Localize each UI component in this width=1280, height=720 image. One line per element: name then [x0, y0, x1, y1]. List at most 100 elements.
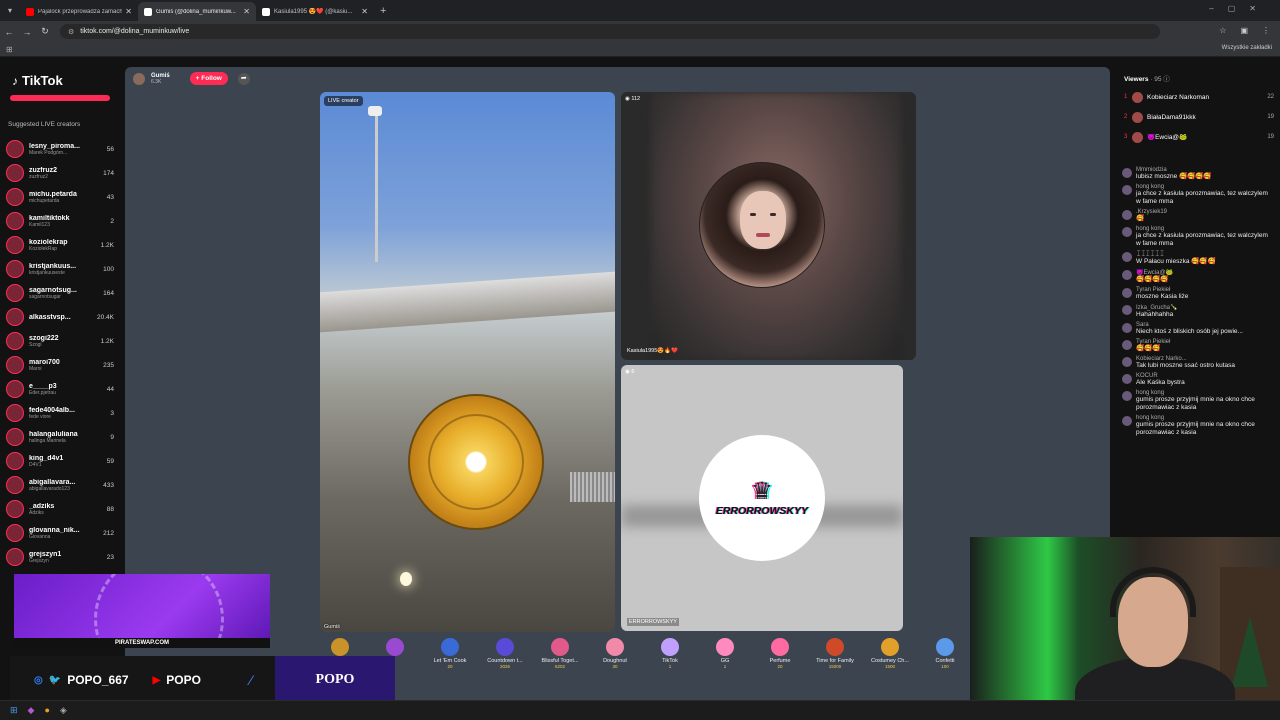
gift-item[interactable]: [370, 638, 420, 658]
promo-banner: PIRATESWAP.COM: [14, 638, 270, 648]
viewer-score: 22: [1267, 94, 1274, 100]
gift-item[interactable]: Costumey Ch... 1500: [865, 638, 915, 669]
chat-avatar[interactable]: [1122, 374, 1132, 384]
window-controls[interactable]: –▢✕: [1209, 4, 1270, 13]
close-tab-icon[interactable]: ✕: [125, 7, 132, 16]
creator-item[interactable]: kristjankuus... kristjankuuseste 100: [6, 257, 114, 281]
host-name[interactable]: Gumiś: [151, 73, 170, 79]
gift-item[interactable]: Perfume 20: [755, 638, 805, 669]
creator-name: abigallavara...: [29, 478, 76, 486]
gift-item[interactable]: Let 'Em Cook 20: [425, 638, 475, 669]
forward-icon[interactable]: →: [18, 27, 36, 37]
top-viewer[interactable]: 1 Kobieciarz Narkoman 22: [1124, 87, 1274, 107]
creator-item[interactable]: kamiltiktokk Kamil123 2: [6, 209, 114, 233]
guest-camera-2[interactable]: ◉ 6 ♛ ERRORROWSKYY ERRORROWSKYY: [621, 365, 903, 631]
main-camera[interactable]: LIVE creator Gumiś: [320, 92, 615, 632]
creator-item[interactable]: maroi700 Maroi 235: [6, 353, 114, 377]
bookmark-star-icon[interactable]: ☆: [1219, 26, 1226, 35]
share-icon[interactable]: ➦: [237, 72, 250, 85]
creator-item[interactable]: grejszyn1 Grejszyn 23: [6, 545, 114, 569]
gift-item[interactable]: Time for Family 15000: [810, 638, 860, 669]
guest-camera-1[interactable]: ◉ 112 Kasiula1995😍🔥❤️: [621, 92, 916, 360]
gift-item[interactable]: Confetti 100: [920, 638, 970, 669]
gift-item[interactable]: Doughnut 30: [590, 638, 640, 669]
creator-item[interactable]: michu.petarda michupetarda 43: [6, 185, 114, 209]
creator-item[interactable]: king_d4v1 D4V1 59: [6, 449, 114, 473]
chat-avatar[interactable]: [1122, 252, 1132, 262]
chat-avatar[interactable]: [1122, 210, 1132, 220]
chat-user[interactable]: Izka_Grucha🍾: [1136, 304, 1178, 311]
creator-item[interactable]: glovanna_nik... Giovanna 212: [6, 521, 114, 545]
go-live-button[interactable]: [10, 95, 110, 101]
gift-item[interactable]: GG 1: [700, 638, 750, 669]
creator-avatar: [6, 524, 24, 542]
guest-avatar: [699, 162, 825, 288]
reload-icon[interactable]: ↻: [36, 26, 54, 37]
browser-tab-1[interactable]: Gumiś (@dolina_muminkuw... ✕: [138, 2, 256, 21]
chat-avatar[interactable]: [1122, 416, 1132, 426]
creator-item[interactable]: sagarnotsug... sagarnotsugar 164: [6, 281, 114, 305]
close-tab-icon[interactable]: ✕: [243, 7, 250, 16]
headset-image: [1110, 567, 1196, 617]
extensions-icon[interactable]: ▣: [1240, 26, 1248, 35]
creator-item[interactable]: lesny_piroma... Marek Podgórn... 56: [6, 137, 114, 161]
back-icon[interactable]: ←: [0, 27, 18, 37]
creator-item[interactable]: szogi222 Szogi 1.2K: [6, 329, 114, 353]
new-tab-icon[interactable]: +: [380, 5, 386, 17]
creator-sub: KoziolekRap: [29, 245, 58, 252]
creator-item[interactable]: alkasstvsp... 20.4K: [6, 305, 114, 329]
info-icon[interactable]: ⓘ: [1163, 76, 1170, 83]
browser-tab-0[interactable]: Pajalock przeprowadza zamach ✕: [20, 2, 138, 21]
tab-search-icon[interactable]: ▾: [0, 0, 20, 21]
all-bookmarks-link[interactable]: Wszystkie zakładki: [1222, 45, 1272, 51]
menu-icon[interactable]: ⋮: [1262, 26, 1270, 35]
gift-item[interactable]: [315, 638, 365, 658]
apps-grid-icon[interactable]: ⊞: [6, 45, 13, 54]
chat-avatar[interactable]: [1122, 357, 1132, 367]
chat-user[interactable]: ꀤꀤꀤꀤꀤꀤ: [1136, 251, 1216, 258]
chat-avatar[interactable]: [1122, 305, 1132, 315]
tiktok-logo[interactable]: ♪ TikTok: [12, 73, 63, 88]
chat-avatar[interactable]: [1122, 227, 1132, 237]
app-icon[interactable]: ◆: [28, 705, 35, 716]
chat-avatar[interactable]: [1122, 168, 1132, 178]
chat-message: Mmmiodzia lubisz moszne 🥰🥰🥰🥰: [1122, 167, 1274, 181]
tiktok-note-icon: ♪: [12, 73, 18, 88]
creator-sub: Grejszyn: [29, 557, 49, 564]
site-info-icon[interactable]: ⚙: [68, 28, 74, 36]
creator-item[interactable]: _adziks Adziks 88: [6, 497, 114, 521]
chat-user[interactable]: 😈Ewcia@🐸: [1136, 269, 1173, 276]
gift-item[interactable]: TikTok 1: [645, 638, 695, 669]
chat-avatar[interactable]: [1122, 391, 1132, 401]
top-viewer[interactable]: 3 😈Ewcia@🐸 19: [1124, 127, 1274, 147]
top-viewer[interactable]: 2 BiałaDama91kkk 19: [1124, 107, 1274, 127]
browser-tab-2[interactable]: Kasiula1995 😍❤️ (@kasiu... ✕: [256, 2, 374, 21]
app-icon[interactable]: ◈: [60, 705, 67, 716]
creator-avatar: [6, 380, 24, 398]
creator-item[interactable]: e____p3 Eder.pjetrau 44: [6, 377, 114, 401]
gift-item[interactable]: Countdown t... 2026: [480, 638, 530, 669]
windows-start-icon[interactable]: ⊞: [10, 705, 18, 716]
url-input[interactable]: ⚙ tiktok.com/@dolina_muminkuw/live: [60, 24, 1160, 39]
chat-avatar[interactable]: [1122, 185, 1132, 195]
viewer-avatar: [1132, 131, 1143, 143]
viewer-avatar: [1132, 111, 1143, 123]
host-avatar[interactable]: [133, 72, 145, 85]
chrome-icon[interactable]: ●: [44, 705, 49, 716]
creator-item[interactable]: koziolekrap KoziolekRap 1.2K: [6, 233, 114, 257]
creator-item[interactable]: zuzfruz2 zuzfruz2 174: [6, 161, 114, 185]
creator-item[interactable]: halangaluliana halinga Marinela 9: [6, 425, 114, 449]
follow-button[interactable]: + Follow: [189, 72, 228, 85]
tiktok-favicon-icon: [144, 7, 152, 16]
creator-name: michu.petarda: [29, 190, 77, 198]
chat-avatar[interactable]: [1122, 340, 1132, 350]
close-tab-icon[interactable]: ✕: [361, 7, 368, 16]
creator-item[interactable]: fede4004alb... fede viore 3: [6, 401, 114, 425]
chat-avatar[interactable]: [1122, 323, 1132, 333]
chat-avatar[interactable]: [1122, 288, 1132, 298]
chat-avatar[interactable]: [1122, 270, 1132, 280]
creator-item[interactable]: abigallavara... abigallavarado123 433: [6, 473, 114, 497]
gift-item[interactable]: Blissful Toget... 6202: [535, 638, 585, 669]
creator-sub: Adziks: [29, 509, 44, 516]
creator-viewer-count: 235: [103, 361, 114, 369]
